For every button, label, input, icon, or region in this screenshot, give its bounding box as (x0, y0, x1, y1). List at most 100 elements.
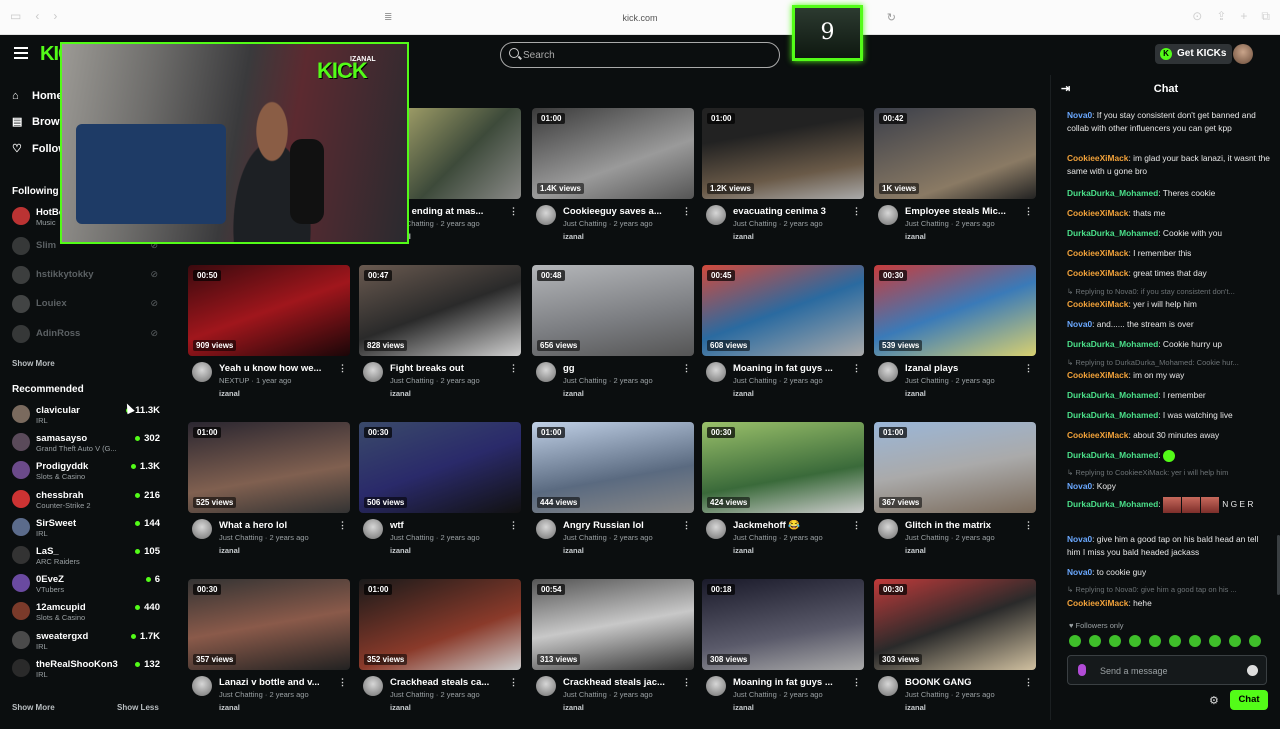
recommended-item[interactable]: LaS_ ARC Raiders 105 (12, 544, 160, 568)
chat-input-box[interactable] (1067, 655, 1267, 685)
video-title[interactable]: Jackmehoff 😂 (733, 520, 845, 531)
emote-icon[interactable] (1069, 635, 1081, 647)
chat-username[interactable]: DurkaDurka_Mohamed (1067, 499, 1158, 509)
avatar[interactable] (536, 519, 556, 539)
avatar[interactable] (363, 362, 383, 382)
avatar[interactable] (192, 519, 212, 539)
video-card[interactable]: 00:48 656 views gg ⋮ Just Chatting · 2 years… (532, 265, 694, 415)
video-title[interactable]: Glitch in the matrix (905, 520, 1017, 531)
video-thumbnail[interactable]: 00:30 357 views (188, 579, 350, 670)
chat-username[interactable]: CookieeXiMack (1067, 370, 1128, 380)
more-options-icon[interactable]: ⋮ (682, 677, 691, 688)
video-thumbnail[interactable]: 00:47 828 views (359, 265, 521, 356)
gear-icon[interactable]: ⚙ (1209, 694, 1219, 707)
more-options-icon[interactable]: ⋮ (509, 363, 518, 374)
video-channel[interactable]: izanal (563, 232, 584, 241)
more-options-icon[interactable]: ⋮ (509, 206, 518, 217)
recommended-item[interactable]: sweatergxd IRL 1.7K (12, 629, 160, 653)
recommended-item[interactable]: clavicular IRL 11.3K (12, 403, 160, 427)
chat-username[interactable]: DurkaDurka_Mohamed (1067, 410, 1158, 420)
avatar[interactable] (192, 676, 212, 696)
tabs-icon[interactable]: ⧉ (1261, 9, 1270, 24)
video-channel[interactable]: izanal (390, 389, 411, 398)
more-options-icon[interactable]: ⋮ (852, 677, 861, 688)
chat-username[interactable]: DurkaDurka_Mohamed (1067, 188, 1158, 198)
video-channel[interactable]: izanal (733, 703, 754, 712)
recommended-item[interactable]: 0EveZ VTubers 6 (12, 572, 160, 596)
search-bar[interactable] (500, 42, 780, 68)
video-channel[interactable]: izanal (733, 232, 754, 241)
video-thumbnail[interactable]: 01:00 367 views (874, 422, 1036, 513)
avatar[interactable] (878, 676, 898, 696)
more-options-icon[interactable]: ⋮ (682, 520, 691, 531)
video-thumbnail[interactable]: 01:00 1.4K views (532, 108, 694, 199)
video-channel[interactable]: izanal (733, 389, 754, 398)
chat-username[interactable]: CookieeXiMack (1067, 430, 1128, 440)
video-thumbnail[interactable]: 00:42 1K views (874, 108, 1036, 199)
video-title[interactable]: Angry Russian lol (563, 520, 675, 531)
chat-username[interactable]: DurkaDurka_Mohamed (1067, 390, 1158, 400)
following-item[interactable]: AdinRoss ⊘ (12, 323, 160, 347)
chat-username[interactable]: CookieeXiMack (1067, 153, 1128, 163)
chat-username[interactable]: Nova0 (1067, 567, 1092, 577)
more-options-icon[interactable]: ⋮ (338, 363, 347, 374)
emote-icon[interactable] (1089, 635, 1101, 647)
chat-username[interactable]: Nova0 (1067, 319, 1092, 329)
video-channel[interactable]: izanal (390, 546, 411, 555)
video-channel[interactable]: izanal (905, 389, 926, 398)
video-thumbnail[interactable]: 00:54 313 views (532, 579, 694, 670)
emote-icon[interactable] (1249, 635, 1261, 647)
more-options-icon[interactable]: ⋮ (852, 520, 861, 531)
video-title[interactable]: evacuating cenima 3 (733, 206, 845, 217)
video-card[interactable]: 00:30 424 views Jackmehoff 😂 ⋮ Just Chatting… (702, 422, 864, 572)
recommended-item[interactable]: Prodigyddk Slots & Casino 1.3K (12, 459, 160, 483)
video-title[interactable]: wtf (390, 520, 502, 531)
avatar[interactable] (878, 362, 898, 382)
avatar[interactable] (536, 676, 556, 696)
avatar[interactable] (536, 362, 556, 382)
video-card[interactable]: 01:00 525 views What a hero lol ⋮ Just Chatt… (188, 422, 350, 572)
video-channel[interactable]: izanal (563, 703, 584, 712)
following-item[interactable]: hstikkytokky ⊘ (12, 264, 160, 288)
emote-icon[interactable] (1229, 635, 1241, 647)
video-thumbnail[interactable]: 00:45 608 views (702, 265, 864, 356)
chat-username[interactable]: DurkaDurka_Mohamed (1067, 450, 1158, 460)
chat-username[interactable]: Nova0 (1067, 110, 1092, 120)
chat-username[interactable]: DurkaDurka_Mohamed (1067, 339, 1158, 349)
video-title[interactable]: What a hero lol (219, 520, 331, 531)
video-card[interactable]: 00:50 909 views Yeah u know how we... ⋮ NEXT… (188, 265, 350, 415)
more-options-icon[interactable]: ⋮ (509, 520, 518, 531)
video-title[interactable]: Fight breaks out (390, 363, 502, 374)
video-card[interactable]: 00:30 357 views Lanazi v bottle and v... ⋮ J… (188, 579, 350, 729)
video-thumbnail[interactable]: 00:30 539 views (874, 265, 1036, 356)
avatar[interactable] (706, 676, 726, 696)
video-title[interactable]: Crackhead steals ca... (390, 677, 502, 688)
more-options-icon[interactable]: ⋮ (1024, 206, 1033, 217)
video-card[interactable]: 00:30 506 views wtf ⋮ Just Chatting · 2 year… (359, 422, 521, 572)
emote-icon[interactable] (1209, 635, 1221, 647)
more-options-icon[interactable]: ⋮ (1024, 363, 1033, 374)
video-title[interactable]: Crackhead steals jac... (563, 677, 675, 688)
video-card[interactable]: 00:42 1K views Employee steals Mic... ⋮ Just… (874, 108, 1036, 258)
video-card[interactable]: 00:47 828 views Fight breaks out ⋮ Just Chat… (359, 265, 521, 415)
recommended-item[interactable]: theRealShooKon3 IRL 132 (12, 657, 160, 681)
download-icon[interactable]: ⊙ (1192, 9, 1202, 24)
chat-send-button[interactable]: Chat (1230, 690, 1268, 710)
video-thumbnail[interactable]: 00:30 303 views (874, 579, 1036, 670)
video-card[interactable]: 01:00 352 views Crackhead steals ca... ⋮ Jus… (359, 579, 521, 729)
video-channel[interactable]: izanal (563, 389, 584, 398)
video-thumbnail[interactable]: 00:30 506 views (359, 422, 521, 513)
search-input[interactable] (523, 47, 763, 63)
video-card[interactable]: 00:30 539 views Izanal plays ⋮ Just Chatting… (874, 265, 1036, 415)
video-title[interactable]: Employee steals Mic... (905, 206, 1017, 217)
user-avatar[interactable] (1233, 44, 1253, 64)
chat-username[interactable]: Nova0 (1067, 481, 1092, 491)
video-card[interactable]: 01:00 1.4K views Cookieeguy saves a... ⋮ Jus… (532, 108, 694, 258)
video-card[interactable]: 01:00 444 views Angry Russian lol ⋮ Just Cha… (532, 422, 694, 572)
video-thumbnail[interactable]: 00:30 424 views (702, 422, 864, 513)
recommended-show-more[interactable]: Show More (12, 703, 55, 712)
reload-icon[interactable]: ↻ (887, 8, 896, 28)
video-card[interactable]: 00:54 313 views Crackhead steals jac... ⋮ Ju… (532, 579, 694, 729)
video-title[interactable]: Izanal plays (905, 363, 1017, 374)
picture-in-picture-player[interactable]: IZANAL KICK (60, 42, 409, 244)
